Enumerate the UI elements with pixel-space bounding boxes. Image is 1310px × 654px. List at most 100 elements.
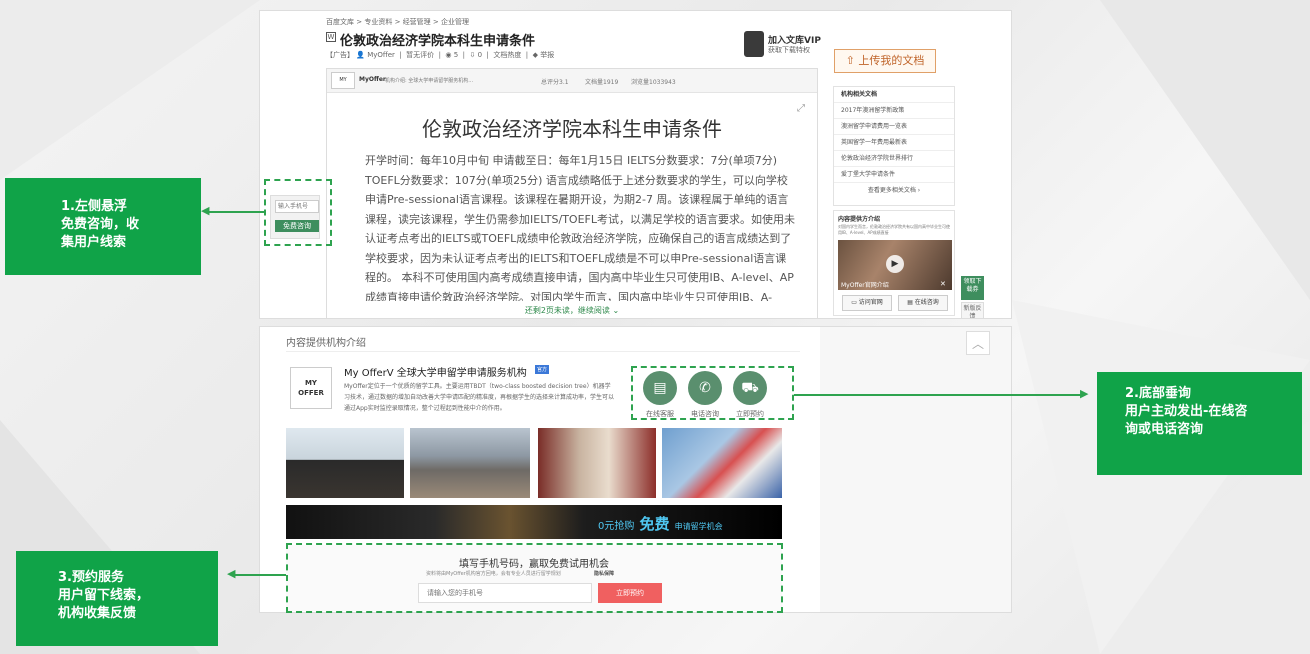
note-line: 免费咨询，收 xyxy=(61,217,140,232)
note-line: 1.左侧悬浮 xyxy=(61,199,127,214)
promo-text: 0元抢购 免费 申请留学机会 xyxy=(598,513,723,534)
org-description: MyOffer定位于一个优质的留学工具。主要运用TBDT（two-class b… xyxy=(344,383,614,412)
visit-site-label: 访问官网 xyxy=(858,299,883,306)
mute-icon[interactable]: ✕ xyxy=(940,280,946,288)
promo-text-tail: 申请留学机会 xyxy=(674,522,723,531)
word-doc-icon: W xyxy=(326,32,336,42)
highlight-contact-actions xyxy=(631,366,794,420)
org-section-header: 内容提供机构介绍 xyxy=(286,338,366,349)
graduation-photo xyxy=(286,428,404,498)
author-link[interactable]: MyOffer xyxy=(367,51,395,59)
continue-reading-link[interactable]: 还剩2页未读，继续阅读 ⌄ xyxy=(327,305,817,316)
user-icon: 👤 xyxy=(356,51,365,59)
views-count: 5 xyxy=(453,51,459,59)
related-docs-box: 机构相关文档 2017年澳洲留学新政策 澳洲留学申请费用一览表 英国留学一年费用… xyxy=(833,86,955,206)
arrow-2-head-icon: ▶ xyxy=(1080,387,1089,400)
note-line: 询或电话咨询 xyxy=(1125,422,1204,437)
org-title: My OfferV 全球大学申留学申请服务机构 xyxy=(344,368,527,379)
back-to-top-icon[interactable]: ︿ xyxy=(966,331,990,355)
link-icon: ▭ xyxy=(851,299,859,306)
ad-tag: 【广告】 xyxy=(326,51,354,59)
related-doc-item[interactable]: 伦敦政治经济学院世界排行 xyxy=(834,151,954,167)
reader-body: 开学时间：每年10月中旬 申请截至日：每年1月15日 IELTS分数要求：7分(… xyxy=(365,154,795,301)
play-icon[interactable]: ▶ xyxy=(886,255,904,273)
rating-text: 暂无评价 xyxy=(406,51,435,59)
online-consult-label: 在线咨询 xyxy=(914,299,939,306)
right-gutter xyxy=(820,327,1011,612)
related-doc-item[interactable]: 爱丁堡大学申请条件 xyxy=(834,167,954,183)
arrow-2 xyxy=(794,394,1084,396)
official-badge: 官方 xyxy=(535,365,550,374)
note-line: 机构收集反馈 xyxy=(58,606,137,621)
visit-site-button[interactable]: ▭ 访问官网 xyxy=(842,295,892,311)
online-consult-button[interactable]: ▤ 在线咨询 xyxy=(898,295,948,311)
org-doc-count: 文档量1919 xyxy=(585,79,619,86)
vip-sub-text: 获取下载特权 xyxy=(768,46,810,54)
breadcrumb-sep: > xyxy=(356,18,363,26)
highlight-floating-form xyxy=(264,179,332,246)
org-name[interactable]: MyOffer xyxy=(359,76,386,83)
doc-score: 文档热度 xyxy=(493,51,522,59)
provider-intro-box: 内容提供方介绍 对国内学生而言，伦敦政治经济学院共有以国内高中毕业生可使用IB、… xyxy=(833,210,955,316)
feedback-tab[interactable]: 新版反馈 xyxy=(961,302,984,318)
arrow-1 xyxy=(208,211,264,213)
upload-document-button[interactable]: ⇧ 上传我的文档 xyxy=(834,49,936,73)
breadcrumb-sep: > xyxy=(432,18,439,26)
org-desc: 机构介绍: 全球大学申请留学服务机构... xyxy=(385,78,474,84)
document-title: 伦敦政治经济学院本科生申请条件 xyxy=(340,34,536,49)
breadcrumb: 百度文库 > 专业资料 > 经营管理 > 企业管理 xyxy=(326,17,469,27)
breadcrumb-item[interactable]: 专业资料 xyxy=(364,18,392,26)
provider-intro-desc: 对国内学生而言，伦敦政治经济学院共有以国内高中毕业生可使用IB、A-level、… xyxy=(838,224,950,235)
eye-icon: ◉ xyxy=(445,51,452,59)
video-caption: MyOffer官网介绍 xyxy=(841,282,889,289)
chevron-right-icon: › xyxy=(915,187,921,194)
arrow-1-head-icon: ◀ xyxy=(201,204,210,217)
more-related-label: 查看更多相关文档 xyxy=(867,187,916,194)
provider-intro-header: 内容提供方介绍 xyxy=(838,216,881,223)
shield-icon: ◆ xyxy=(532,51,538,59)
document-reader: MY MyOffer 机构介绍: 全球大学申请留学服务机构... 总评分3.1 … xyxy=(326,68,818,318)
intro-video-player[interactable]: ▶ MyOffer官网介绍 ✕ xyxy=(838,240,952,290)
note-line: 集用户线索 xyxy=(61,235,127,250)
breadcrumb-item[interactable]: 百度文库 xyxy=(326,18,354,26)
city-photo xyxy=(410,428,530,498)
org-visits: 浏览量1033943 xyxy=(631,79,676,86)
highlight-signup-form xyxy=(286,543,783,613)
report-link[interactable]: 举报 xyxy=(540,51,554,59)
org-logo: MY xyxy=(331,72,355,89)
arrow-3 xyxy=(234,574,286,576)
document-page-screenshot: 百度文库 > 专业资料 > 经营管理 > 企业管理 W 伦敦政治经济学院本科生申… xyxy=(259,10,1012,319)
arrow-3-head-icon: ◀ xyxy=(227,567,236,580)
upload-icon: ⇧ xyxy=(845,54,859,67)
get-download-voucher-tab[interactable]: 领取下载券 xyxy=(961,276,984,300)
org-score: 总评分3.1 xyxy=(541,79,569,86)
document-meta: 【广告】 👤 MyOffer | 暂无评价 | ◉ 5 | ⇩ 0 | 文档热度… xyxy=(326,51,555,59)
promo-text-free: 免费 xyxy=(639,515,670,533)
related-doc-item[interactable]: 英国留学一年费用最新表 xyxy=(834,135,954,151)
note-line: 3.预约服务 xyxy=(58,570,124,585)
note-line: 用户留下线索， xyxy=(58,588,150,603)
promo-text-prefix: 0元抢购 xyxy=(598,521,635,532)
note-line: 2.底部垂询 xyxy=(1125,386,1191,401)
related-doc-item[interactable]: 澳洲留学申请费用一览表 xyxy=(834,119,954,135)
related-docs-header: 机构相关文档 xyxy=(834,87,954,103)
more-related-link[interactable]: 查看更多相关文档 › xyxy=(834,183,954,199)
breadcrumb-item[interactable]: 经营管理 xyxy=(403,18,431,26)
downloads-count: 0 xyxy=(477,51,483,59)
download-icon: ⇩ xyxy=(469,51,476,59)
promo-banner[interactable]: 0元抢购 免费 申请留学机会 xyxy=(286,505,782,539)
flags-photo xyxy=(662,428,782,498)
reader-title: 伦敦政治经济学院本科生申请条件 xyxy=(422,117,722,141)
note-line: 用户主动发出-在线咨 xyxy=(1125,404,1248,419)
related-doc-item[interactable]: 2017年澳洲留学新政策 xyxy=(834,103,954,119)
annotation-note-3: 3.预约服务 用户留下线索， 机构收集反馈 xyxy=(16,551,218,646)
upload-label: 上传我的文档 xyxy=(858,54,925,67)
org-logo-large: MY OFFER xyxy=(290,367,332,409)
vip-mascot-icon xyxy=(744,31,764,57)
divider xyxy=(286,351,800,352)
chevron-down-icon: ⌄ xyxy=(609,306,620,315)
chat-icon: ▤ xyxy=(907,299,915,306)
students-photo xyxy=(538,428,656,498)
breadcrumb-item[interactable]: 企业管理 xyxy=(441,18,469,26)
continue-reading-label: 还剩2页未读，继续阅读 xyxy=(524,306,610,315)
